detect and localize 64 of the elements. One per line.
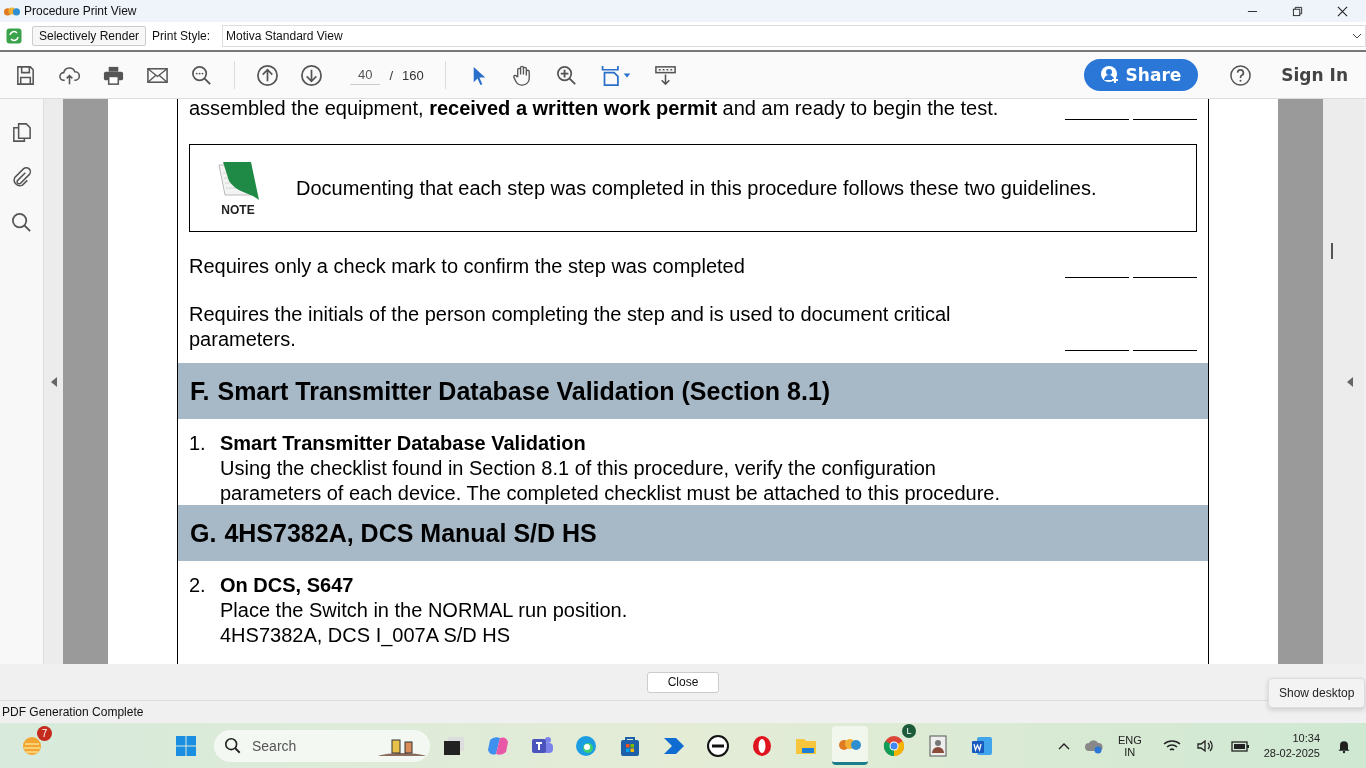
page-total: 160: [402, 67, 424, 83]
step-title: Smart Transmitter Database Validation: [220, 431, 586, 456]
zoom-in-icon[interactable]: [554, 63, 578, 87]
language-indicator[interactable]: ENG IN: [1117, 733, 1142, 758]
note-text: Documenting that each step was completed in this procedure follows these two guidelines.: [296, 176, 1097, 200]
search-icon[interactable]: [190, 63, 213, 87]
print-style-label: Print Style:: [152, 29, 211, 43]
chevron-up-icon[interactable]: [1057, 741, 1070, 750]
pages-icon[interactable]: [10, 121, 33, 144]
scroll-mode-icon[interactable]: [653, 63, 677, 87]
section-letter: F.: [190, 376, 210, 406]
page-number-field[interactable]: 40: [350, 65, 381, 85]
restore-icon[interactable]: [1292, 5, 1303, 17]
start-icon[interactable]: [174, 733, 198, 758]
paragraph: Requires the initials of the person completing the step and is used to document critical parameters.: [189, 302, 952, 352]
sign-in-button[interactable]: Sign In: [1281, 65, 1348, 85]
search-icon: [224, 736, 242, 755]
step-text: parameters of each device. The completed checklist must be attached to this procedure.: [220, 481, 1001, 506]
person-add-icon: [1099, 65, 1120, 85]
step-number: 1.: [189, 431, 207, 456]
page-separator: /: [389, 67, 394, 83]
step-text: Place the Switch in the NORMAL run position.: [220, 598, 628, 623]
share-button[interactable]: Share: [1083, 59, 1199, 91]
help-icon[interactable]: [1229, 63, 1253, 87]
section-title: Smart Transmitter Database Validation (Section 8.1): [217, 376, 831, 406]
next-page-icon[interactable]: [300, 63, 323, 87]
paragraph: assembled the equipment, received a written work permit and am ready to begin the test.: [189, 99, 999, 121]
step-title: On DCS, S647: [220, 573, 354, 598]
window-title: Procedure Print View: [24, 4, 137, 18]
chevron-down-icon: [1352, 33, 1362, 39]
id-card-icon[interactable]: [926, 733, 950, 758]
save-icon[interactable]: [14, 63, 37, 87]
wifi-icon[interactable]: [1161, 737, 1182, 754]
previous-page-icon[interactable]: [256, 63, 279, 87]
opera-icon[interactable]: [750, 733, 774, 758]
search-field[interactable]: Search: [214, 729, 430, 762]
paperclip-icon[interactable]: [10, 166, 33, 189]
notification-badge: 7: [37, 725, 52, 741]
collapse-left-icon[interactable]: [50, 376, 57, 387]
step-text: Using the checklist found in Section 8.1 of this procedure, verify the configuration: [220, 456, 936, 481]
active-app-tile[interactable]: [832, 726, 868, 765]
search-icon[interactable]: [10, 211, 33, 234]
speaker-icon[interactable]: [1195, 737, 1216, 754]
status-text: PDF Generation Complete: [2, 705, 144, 719]
step-text: 4HS7382A, DCS I_007A S/D HS: [220, 623, 511, 648]
selectively-render-button[interactable]: Selectively Render: [32, 26, 147, 46]
print-style-dropdown[interactable]: Motiva Standard View: [222, 25, 1366, 47]
app-logo-icon: [4, 5, 20, 17]
notepad-icon: [215, 159, 261, 203]
note-label: NOTE: [221, 203, 255, 217]
collapse-right-icon[interactable]: [1346, 376, 1353, 387]
profile-badge: L: [902, 723, 916, 738]
step-number: 2.: [189, 573, 207, 598]
clock[interactable]: 10:34 28-02-2025: [1263, 732, 1320, 759]
paragraph: Requires only a check mark to confirm the step was completed: [189, 254, 746, 279]
refresh-icon[interactable]: [6, 28, 22, 44]
close-icon[interactable]: [1337, 5, 1348, 17]
close-button[interactable]: Close: [647, 671, 719, 693]
section-title: 4HS7382A, DCS Manual S/D HS: [224, 518, 597, 548]
scrollbar-thumb[interactable]: [1331, 243, 1333, 259]
tooltip: Show desktop: [1268, 678, 1366, 708]
chrome-icon[interactable]: [882, 733, 906, 758]
section-letter: G.: [190, 518, 217, 548]
cloud-sync-icon[interactable]: [1083, 737, 1104, 754]
